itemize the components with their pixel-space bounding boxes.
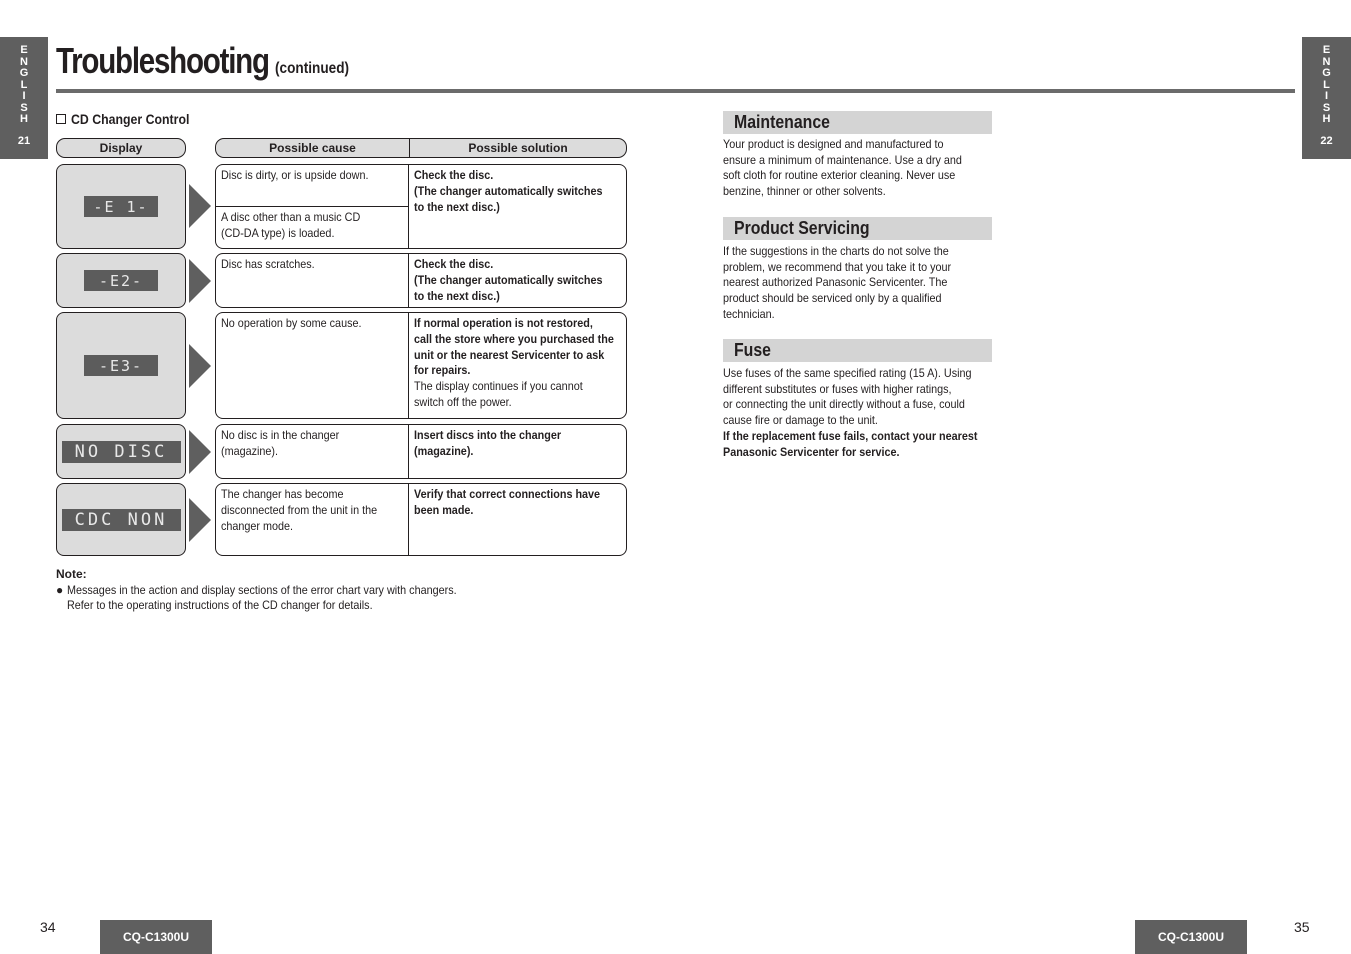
product-servicing-heading: Product Servicing [723,217,992,240]
header-display: Display [56,138,186,158]
tab-letter: E [20,44,28,56]
tab-letter: H [20,113,28,125]
lcd-readout: -E 1- [84,196,158,217]
cause-cell: Disc has scratches. [216,254,408,307]
lcd-readout: -E2- [84,270,158,291]
arrow-right-icon [189,344,211,388]
solution-cell: Insert discs into the changer (magazine)… [409,425,626,478]
table-row: Disc has scratches. Check the disc. (The… [215,253,627,308]
page-number-right: 35 [1294,919,1310,935]
note-text: Refer to the operating instructions of t… [67,598,373,612]
table-row: No operation by some cause. If normal op… [215,312,627,419]
solution-cell: Check the disc. (The changer automatical… [409,165,626,248]
cause-cell: A disc other than a music CD (CD-DA type… [216,206,408,248]
header-cause-solution: Possible cause Possible solution [215,138,627,158]
section-page-number: 21 [17,134,31,147]
bullet-icon: ● [56,582,67,597]
lcd-readout: NO DISC [61,440,181,463]
fuse-body: Use fuses of the same specified rating (… [723,366,998,460]
note: Note: ● Messages in the action and displ… [56,567,499,614]
tab-letter: I [1324,90,1329,102]
solution-text: Check the disc. (The changer automatical… [414,257,603,303]
header-solution-label: Possible solution [468,141,568,155]
tab-letter: I [22,90,26,102]
header-solution: Possible solution [409,139,626,157]
title-main: Troubleshooting [56,40,270,81]
note-continuation: Refer to the operating instructions of t… [56,598,499,614]
cause-text: Disc has scratches. [221,257,315,271]
cause-cell: The changer has become disconnected from… [216,484,408,555]
solution-text: Insert discs into the changer (magazine)… [414,428,562,458]
header-cause-label: Possible cause [269,141,356,155]
solution-note: The display continues if you cannot swit… [414,379,583,409]
cause-text: The changer has become disconnected from… [221,487,378,533]
lcd-readout: -E3- [84,355,158,376]
page-title: Troubleshooting (continued) [56,40,363,82]
note-text: Messages in the action and display secti… [66,582,457,597]
solution-cell: Verify that correct connections have bee… [409,484,626,555]
header-display-label: Display [99,141,143,155]
page-number-left: 34 [40,919,56,935]
language-tab-right: E N G L I S H 22 [1302,37,1351,159]
model-badge-left: CQ-C1300U [100,920,212,954]
cause-text: No operation by some cause. [221,316,362,330]
tab-letter: H [1322,113,1331,125]
solution-cell: Check the disc. (The changer automatical… [409,254,626,307]
note-bullet: ● Messages in the action and display sec… [56,583,499,599]
checkbox-square-icon [56,114,66,124]
header-cause: Possible cause [216,139,409,157]
display-panel: -E3- [56,312,186,419]
product-servicing-body: If the suggestions in the charts do not … [723,244,998,323]
model-text: CQ-C1300U [1157,930,1225,944]
paragraph-text: If the suggestions in the charts do not … [723,244,952,321]
table-row: The changer has become disconnected from… [215,483,627,556]
tab-letter: G [1322,67,1331,79]
model-badge-right: CQ-C1300U [1135,920,1247,954]
maintenance-body: Your product is designed and manufacture… [723,137,998,200]
heading-text: Product Servicing [734,218,870,238]
display-panel: -E2- [56,253,186,308]
cause-cell: No disc is in the changer (magazine). [216,425,408,478]
display-panel: CDC NON [56,483,186,556]
language-tab-left: E N G L I S H 21 [0,37,48,159]
table-row: Disc is dirty, or is upside down. A disc… [215,164,627,249]
table-row: No disc is in the changer (magazine). In… [215,424,627,479]
lcd-readout: CDC NON [61,508,181,531]
model-text: CQ-C1300U [122,930,190,944]
arrow-right-icon [189,498,211,542]
arrow-right-icon [189,430,211,474]
display-panel: NO DISC [56,424,186,479]
solution-text: Verify that correct connections have bee… [414,487,601,517]
tab-letter: E [1322,44,1331,56]
heading-text: Maintenance [734,112,830,132]
paragraph-text: Your product is designed and manufacture… [723,137,962,199]
solution-text: If normal operation is not restored, cal… [414,316,614,378]
arrow-right-icon [189,184,211,228]
maintenance-heading: Maintenance [723,111,992,134]
paragraph-text: Use fuses of the same specified rating (… [723,366,972,428]
cause-text: A disc other than a music CD (CD-DA type… [221,210,361,240]
paragraph-warning: If the replacement fuse fails, contact y… [723,428,978,459]
display-panel: -E 1- [56,164,186,249]
fuse-heading: Fuse [723,339,992,362]
arrow-right-icon [189,259,211,303]
cause-text: Disc is dirty, or is upside down. [221,168,369,182]
note-title: Note: [56,567,87,581]
heading-text: Fuse [734,340,771,360]
cause-cell: Disc is dirty, or is upside down. [216,165,408,206]
tab-letter: G [19,67,29,79]
title-subtitle: (continued) [275,60,350,77]
solution-text: Check the disc. (The changer automatical… [414,168,603,214]
section-heading-text: CD Changer Control [71,111,190,127]
solution-cell: If normal operation is not restored, cal… [409,313,626,418]
section-page-number: 22 [1320,134,1333,147]
title-divider [56,89,1295,93]
cause-text: No disc is in the changer (magazine). [221,428,340,458]
section-heading: CD Changer Control [56,111,206,127]
cause-cell: No operation by some cause. [216,313,408,418]
